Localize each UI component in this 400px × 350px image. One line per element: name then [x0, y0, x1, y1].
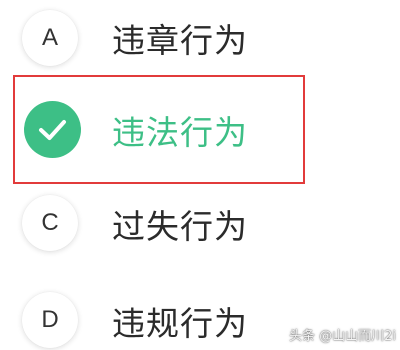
- option-a[interactable]: A 违章行为: [0, 0, 400, 80]
- check-icon-graphic: [24, 101, 81, 158]
- option-d-label: 违规行为: [112, 304, 248, 343]
- option-b[interactable]: 违法行为: [0, 88, 400, 168]
- option-c-letter-badge: C: [22, 195, 78, 251]
- option-a-letter-badge: A: [22, 10, 78, 66]
- option-d-letter-badge: D: [22, 292, 78, 348]
- option-a-label: 违章行为: [112, 21, 248, 60]
- option-c-label: 过失行为: [112, 207, 248, 246]
- option-c[interactable]: C 过失行为: [0, 183, 400, 263]
- option-b-label: 违法行为: [112, 113, 248, 152]
- check-icon: [24, 101, 81, 158]
- watermark: 头条 @山山而川2i: [288, 329, 396, 344]
- answer-options-screen: A 违章行为 违法行为 C 过失行为 D 违规行为 头条 @山山而川2i: [0, 0, 400, 350]
